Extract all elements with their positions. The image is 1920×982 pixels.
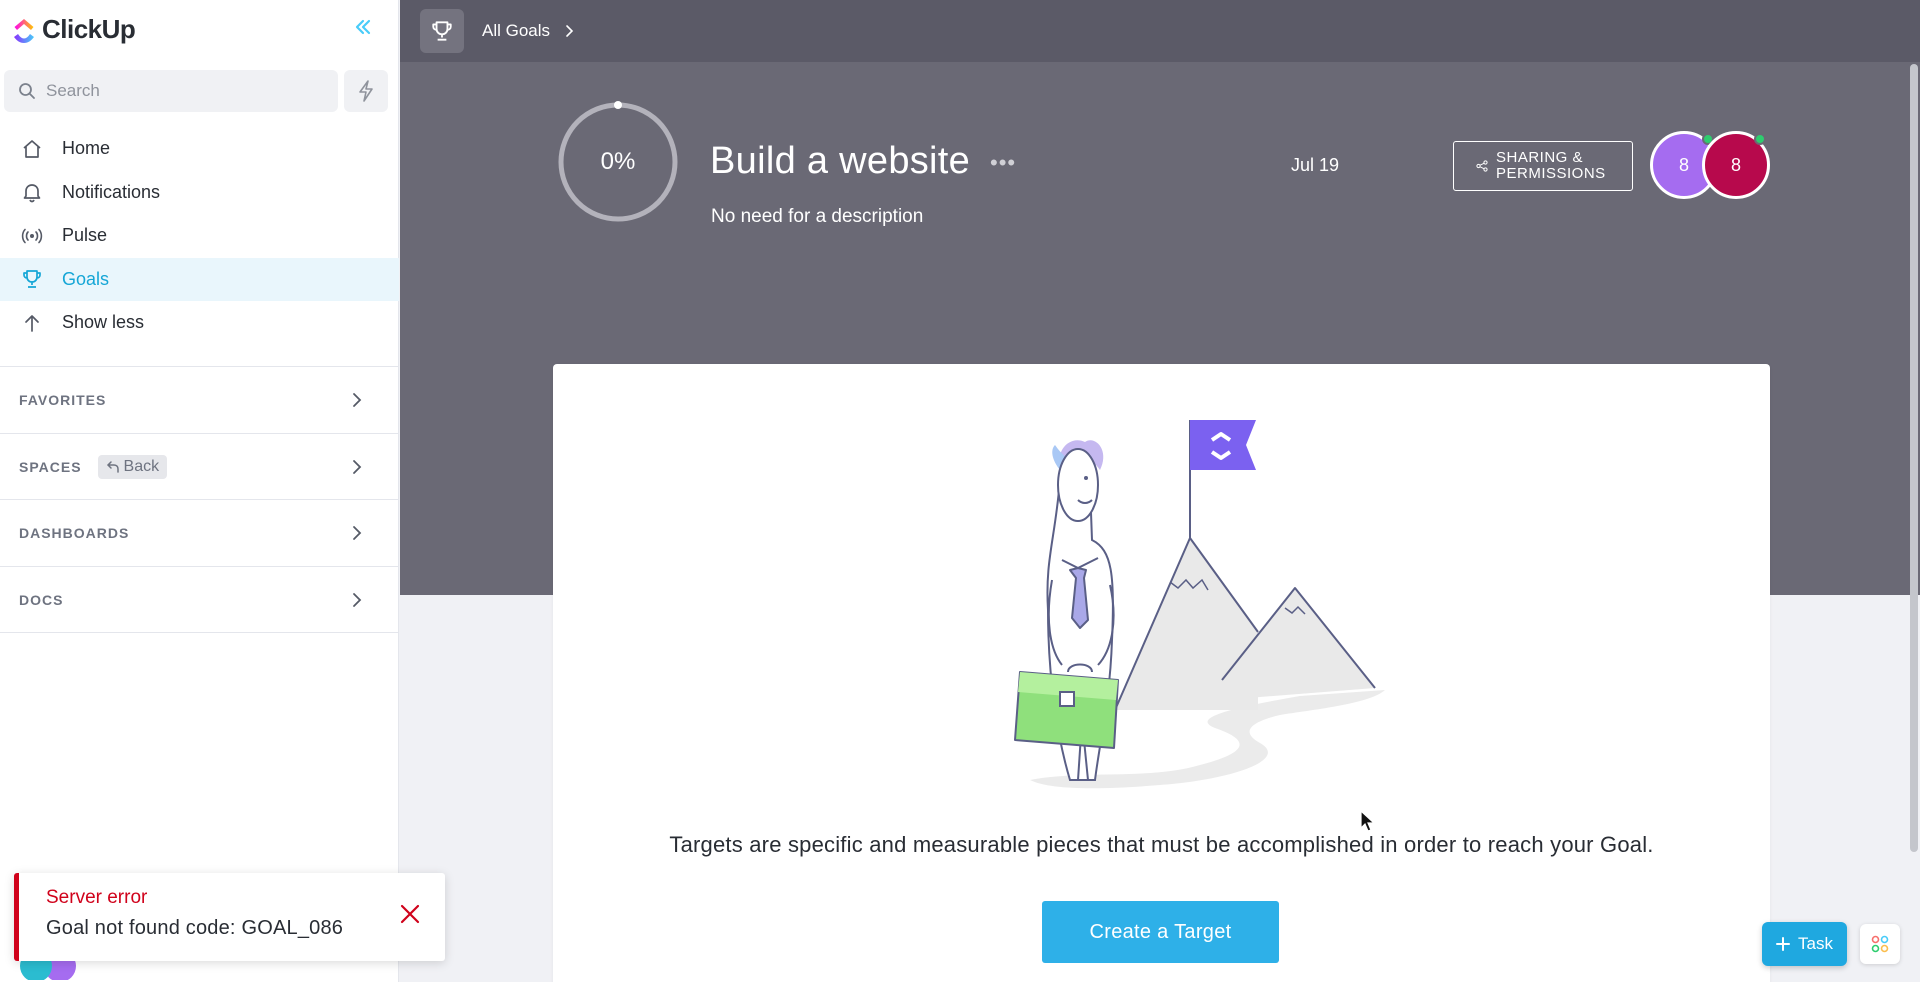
- arrow-up-icon: [20, 311, 44, 335]
- sidebar-item-pulse[interactable]: Pulse: [0, 214, 399, 258]
- section-spaces[interactable]: SPACES Back: [0, 433, 399, 500]
- due-date[interactable]: Jul 19: [1291, 155, 1339, 176]
- sidebar-item-goals[interactable]: Goals: [0, 257, 399, 301]
- sidebar-item-show-less[interactable]: Show less: [0, 301, 399, 345]
- scrollbar-thumb[interactable]: [1910, 64, 1918, 852]
- spaces-back-button[interactable]: Back: [97, 455, 168, 479]
- section-title: FAVORITES: [19, 392, 107, 408]
- error-toast: Server error Goal not found code: GOAL_0…: [14, 873, 445, 961]
- sidebar-item-label: Goals: [62, 268, 110, 289]
- lightning-icon: [359, 80, 373, 102]
- share-label-line1: SHARING &: [1496, 149, 1584, 166]
- clickup-logo[interactable]: ClickUp: [12, 14, 136, 45]
- plus-icon: [1776, 937, 1791, 951]
- section-title: SPACES: [19, 459, 82, 475]
- sidebar-item-label: Pulse: [62, 225, 108, 246]
- sidebar-item-notifications[interactable]: Notifications: [0, 171, 399, 215]
- sidebar-item-home[interactable]: Home: [0, 127, 399, 171]
- create-target-button[interactable]: Create a Target: [1042, 901, 1279, 963]
- sidebar: ClickUp Home Notifications Pulse Goals S…: [0, 0, 399, 982]
- progress-label: 0%: [600, 148, 636, 175]
- toast-message: Goal not found code: GOAL_086: [46, 917, 344, 939]
- search-icon: [19, 83, 35, 99]
- close-icon[interactable]: [399, 903, 421, 925]
- chevron-right-icon: [353, 393, 362, 407]
- clickup-logo-icon: [14, 18, 34, 43]
- sidebar-item-label: Show less: [62, 312, 145, 333]
- breadcrumb-all-goals[interactable]: All Goals: [482, 21, 550, 41]
- sharing-permissions-button[interactable]: SHARING & PERMISSIONS: [1453, 141, 1633, 191]
- more-options-button[interactable]: •••: [990, 150, 1016, 176]
- section-title: DASHBOARDS: [19, 525, 130, 541]
- share-label: SHARING & PERMISSIONS: [1496, 150, 1606, 182]
- sidebar-item-label: Notifications: [62, 181, 161, 202]
- pulse-icon: [20, 224, 44, 248]
- collapse-sidebar-button[interactable]: [350, 16, 376, 42]
- chevron-right-icon: [566, 25, 574, 37]
- bell-icon: [20, 180, 44, 204]
- back-label: Back: [123, 458, 160, 475]
- toast-title: Server error: [46, 887, 148, 908]
- empty-state-text: Targets are specific and measurable piec…: [669, 832, 1654, 857]
- goal-description[interactable]: No need for a description: [711, 206, 923, 228]
- section-title: DOCS: [19, 592, 64, 608]
- breadcrumb[interactable]: All Goals: [482, 21, 574, 41]
- apps-button[interactable]: [1860, 924, 1900, 964]
- apps-grid-icon: [1871, 935, 1889, 953]
- search-input[interactable]: [46, 81, 306, 101]
- trophy-icon: [20, 267, 44, 291]
- share-icon: [1476, 160, 1488, 172]
- double-chevron-left-icon: [355, 19, 371, 35]
- sidebar-nav: Home Notifications Pulse Goals Show less: [0, 127, 399, 345]
- quick-actions-button[interactable]: [344, 70, 388, 112]
- section-favorites[interactable]: FAVORITES: [0, 366, 399, 433]
- online-status-dot: [1754, 133, 1766, 145]
- section-dashboards[interactable]: DASHBOARDS: [0, 499, 399, 566]
- new-task-button[interactable]: Task: [1762, 922, 1847, 966]
- goal-title[interactable]: Build a website: [710, 140, 970, 183]
- chevron-right-icon: [353, 593, 362, 607]
- mouse-cursor-icon: [1360, 810, 1376, 832]
- task-label: Task: [1798, 934, 1833, 953]
- home-icon: [20, 137, 44, 161]
- undo-arrow-icon: [106, 461, 119, 473]
- app-name: ClickUp: [42, 14, 136, 44]
- section-divider: [0, 632, 399, 633]
- chevron-right-icon: [353, 460, 362, 474]
- sidebar-item-label: Home: [62, 138, 111, 159]
- search-field[interactable]: [4, 70, 338, 112]
- top-bar: All Goals: [400, 0, 1920, 62]
- share-label-line2: PERMISSIONS: [1496, 165, 1606, 182]
- goal-illustration: [1014, 420, 1385, 789]
- chevron-right-icon: [353, 526, 362, 540]
- section-docs[interactable]: DOCS: [0, 566, 399, 633]
- trophy-icon: [432, 21, 452, 41]
- goals-home-button[interactable]: [420, 9, 464, 53]
